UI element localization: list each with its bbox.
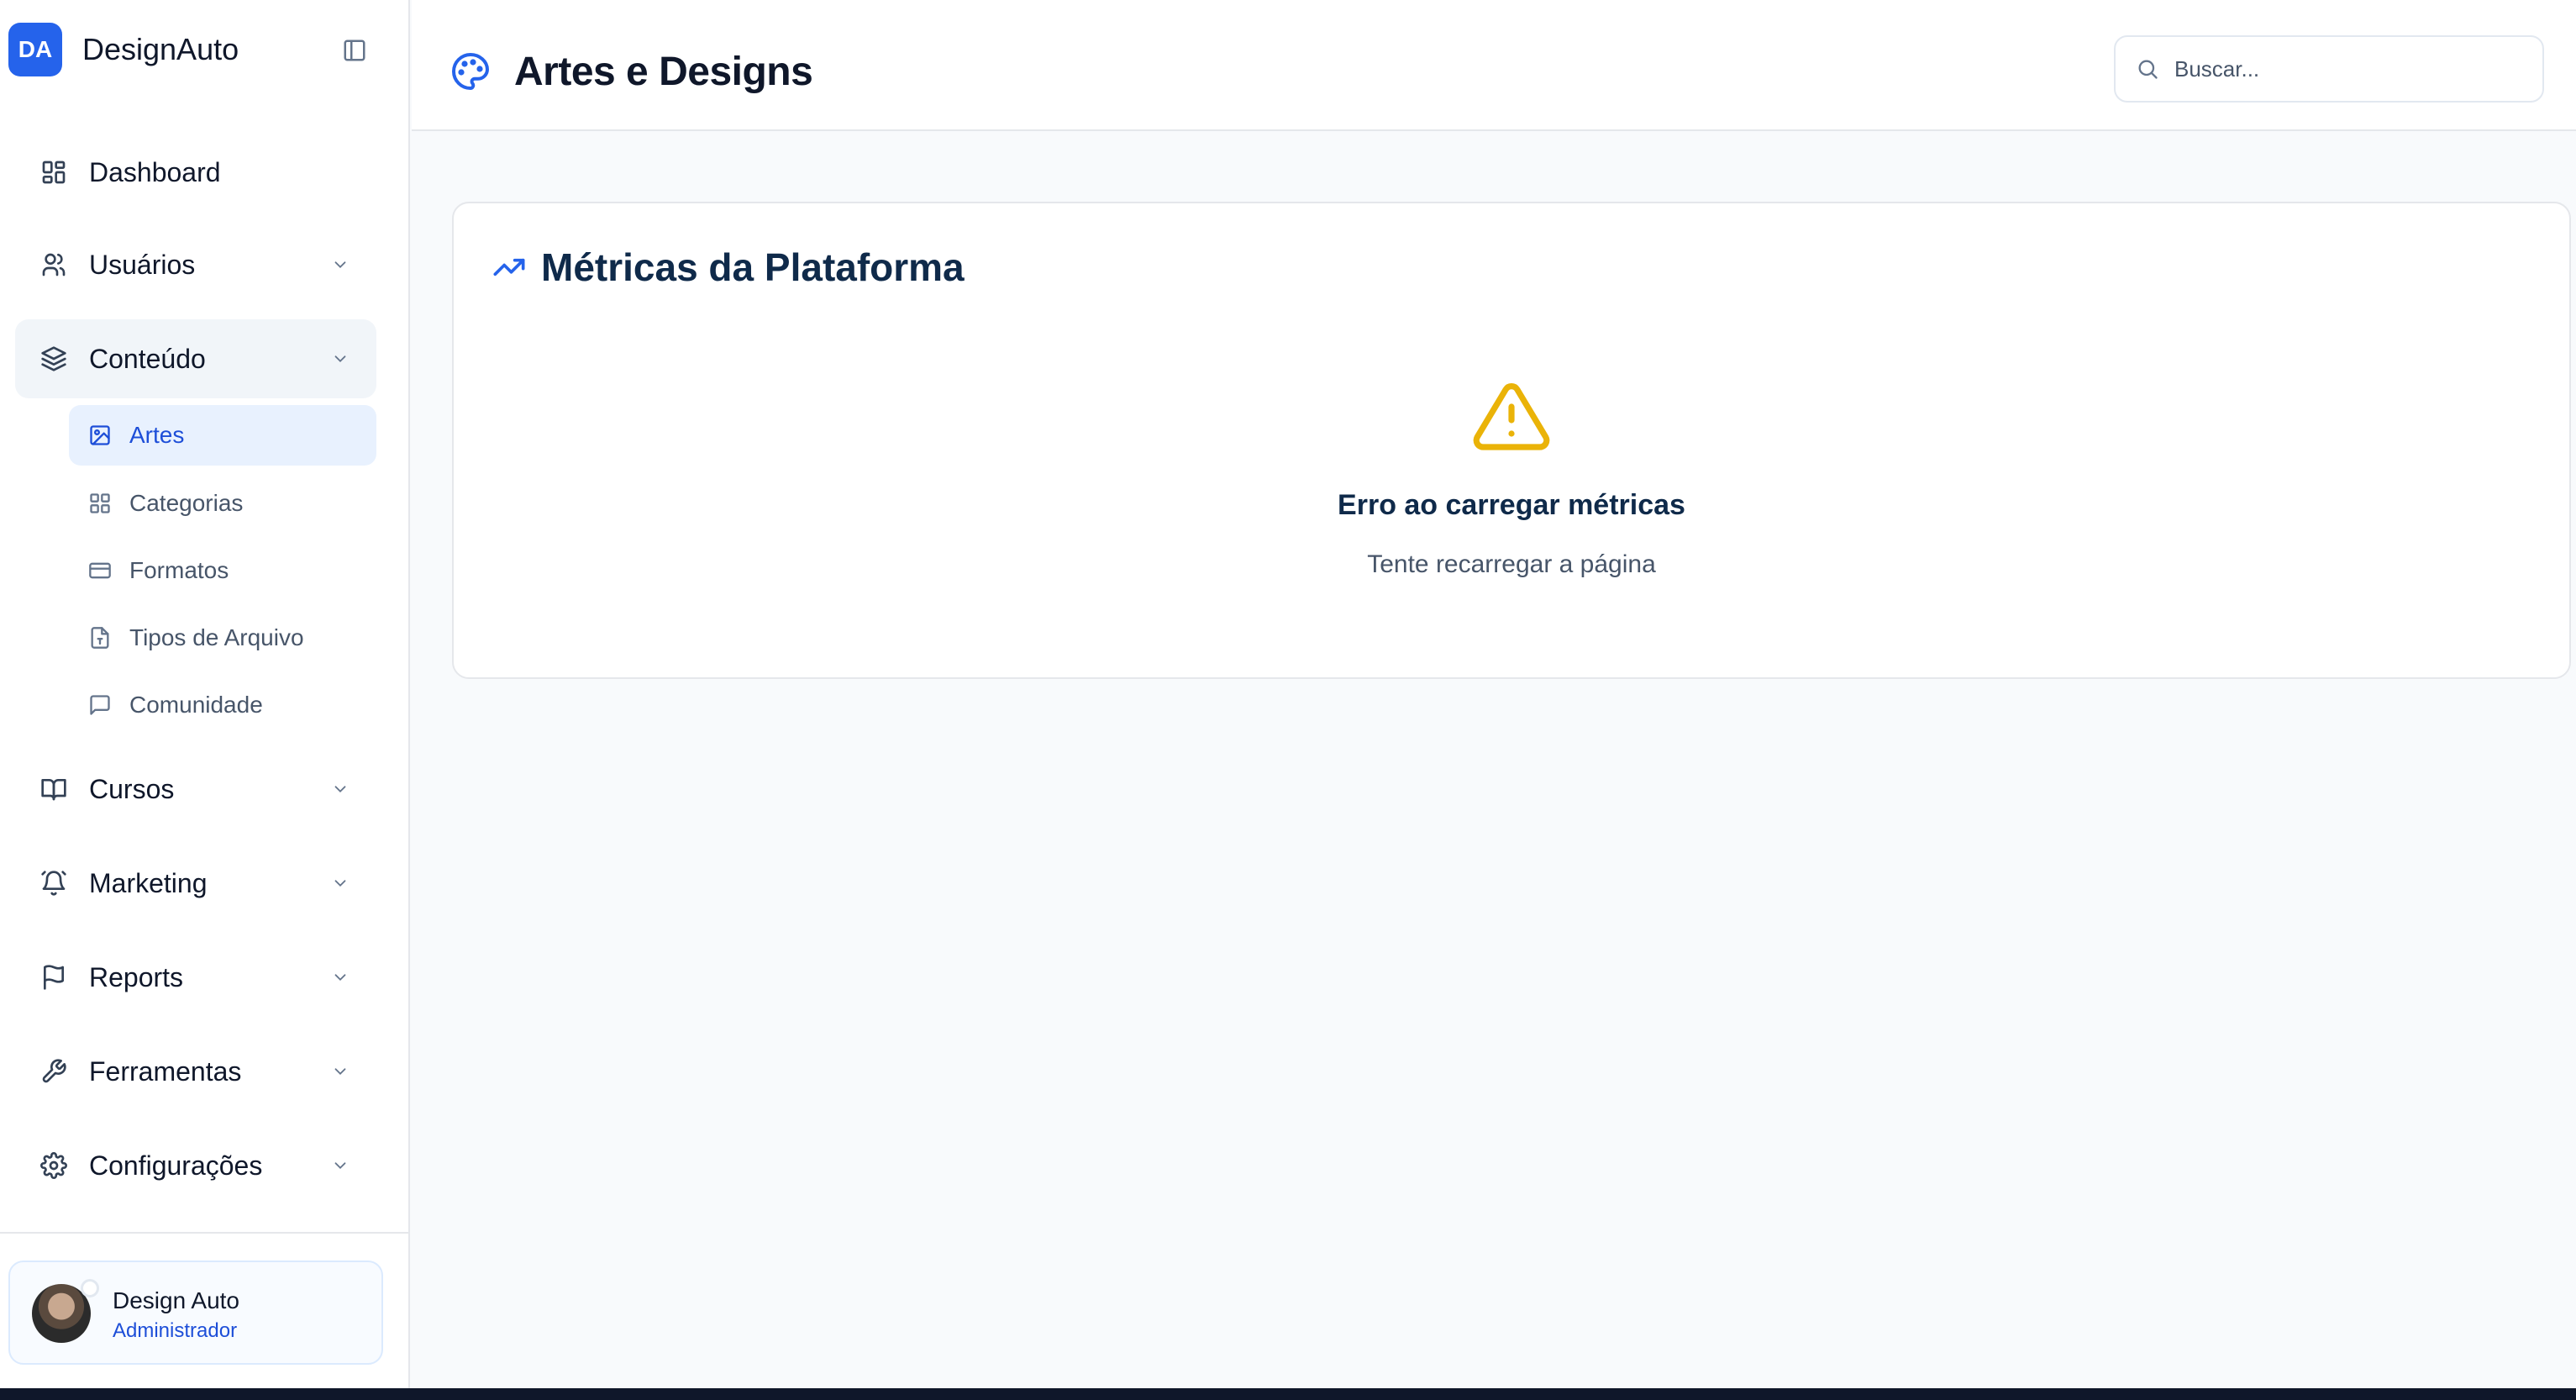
flag-icon bbox=[39, 962, 69, 992]
search-icon bbox=[2134, 55, 2161, 82]
error-subtitle: Tente recarregar a página bbox=[1367, 550, 1656, 578]
metrics-card: Métricas da Plataforma Erro ao carregar … bbox=[452, 202, 2571, 679]
sidebar-item-label: Reports bbox=[89, 961, 184, 992]
error-state: Erro ao carregar métricas Tente recarreg… bbox=[454, 380, 2569, 579]
message-icon bbox=[87, 692, 113, 718]
sidebar-subitem-label: Formatos bbox=[129, 557, 229, 583]
sidebar-item-configuracoes[interactable]: Configurações bbox=[15, 1126, 376, 1205]
sidebar-item-label: Marketing bbox=[89, 867, 208, 898]
chevron-down-icon bbox=[328, 1059, 353, 1084]
search-box[interactable] bbox=[2114, 35, 2544, 103]
sidebar-item-dashboard[interactable]: Dashboard bbox=[15, 133, 376, 212]
sidebar: DA DesignAuto Dashboard Usuários Conteúd… bbox=[0, 0, 410, 1388]
sidebar-toggle-button[interactable] bbox=[339, 35, 370, 66]
sidebar-item-ferramentas[interactable]: Ferramentas bbox=[15, 1032, 376, 1111]
layers-icon bbox=[39, 344, 69, 374]
file-icon bbox=[87, 625, 113, 650]
sidebar-panel-icon bbox=[344, 39, 365, 61]
sidebar-item-label: Usuários bbox=[89, 249, 196, 280]
palette-icon bbox=[452, 53, 489, 90]
sidebar-item-label: Conteúdo bbox=[89, 343, 206, 374]
chevron-down-icon bbox=[328, 776, 353, 802]
sidebar-item-label: Dashboard bbox=[89, 156, 221, 187]
sidebar-subitem-artes[interactable]: Artes bbox=[69, 405, 376, 466]
chevron-down-icon bbox=[328, 871, 353, 896]
chevron-down-icon bbox=[328, 965, 353, 990]
sidebar-item-label: Configurações bbox=[89, 1150, 263, 1181]
card-title: Métricas da Plataforma bbox=[541, 245, 965, 289]
user-name: Design Auto bbox=[113, 1287, 239, 1313]
sidebar-subitem-label: Categorias bbox=[129, 490, 244, 516]
sidebar-subitem-formatos[interactable]: Formatos bbox=[69, 540, 376, 601]
wrench-icon bbox=[39, 1056, 69, 1087]
status-indicator bbox=[81, 1279, 99, 1297]
gear-icon bbox=[39, 1150, 69, 1181]
chevron-down-icon bbox=[328, 346, 353, 371]
sidebar-subitem-comunidade[interactable]: Comunidade bbox=[69, 675, 376, 735]
sidebar-subitem-label: Comunidade bbox=[129, 692, 263, 718]
sidebar-item-label: Cursos bbox=[89, 773, 175, 804]
top-header: Artes e Designs bbox=[412, 0, 2576, 131]
image-icon bbox=[87, 423, 113, 448]
bottom-bar bbox=[0, 1388, 2576, 1400]
sidebar-item-reports[interactable]: Reports bbox=[15, 938, 376, 1017]
warning-icon bbox=[1473, 383, 1550, 450]
chevron-down-icon bbox=[328, 252, 353, 277]
bell-icon bbox=[39, 868, 69, 898]
user-profile-card[interactable]: Design Auto Administrador bbox=[8, 1261, 383, 1365]
sidebar-subitem-tipos-de-arquivo[interactable]: Tipos de Arquivo bbox=[69, 608, 376, 668]
book-icon bbox=[39, 774, 69, 804]
error-title: Erro ao carregar métricas bbox=[1338, 489, 1685, 521]
sidebar-item-marketing[interactable]: Marketing bbox=[15, 844, 376, 923]
trending-up-icon bbox=[493, 258, 525, 276]
brand[interactable]: DA DesignAuto bbox=[8, 22, 239, 77]
card-header: Métricas da Plataforma bbox=[492, 240, 965, 294]
grid-icon bbox=[39, 157, 69, 187]
sidebar-subitem-label: Tipos de Arquivo bbox=[129, 624, 304, 650]
sidebar-item-usuarios[interactable]: Usuários bbox=[15, 225, 376, 304]
users-icon bbox=[39, 250, 69, 280]
sidebar-item-cursos[interactable]: Cursos bbox=[15, 750, 376, 829]
card-icon bbox=[87, 558, 113, 583]
sidebar-item-label: Ferramentas bbox=[89, 1055, 242, 1087]
search-input[interactable] bbox=[2174, 52, 2527, 86]
sidebar-divider bbox=[0, 1232, 410, 1234]
brand-name: DesignAuto bbox=[82, 32, 239, 66]
brand-logo: DA bbox=[8, 23, 62, 76]
sidebar-item-conteudo[interactable]: Conteúdo bbox=[15, 319, 376, 398]
grid-icon bbox=[87, 491, 113, 516]
page-title-group: Artes e Designs bbox=[450, 44, 813, 99]
user-role: Administrador bbox=[113, 1319, 238, 1342]
sidebar-subitem-categorias[interactable]: Categorias bbox=[69, 473, 376, 534]
sidebar-subitem-label: Artes bbox=[129, 422, 185, 448]
chevron-down-icon bbox=[328, 1153, 353, 1178]
page-title: Artes e Designs bbox=[514, 49, 813, 94]
